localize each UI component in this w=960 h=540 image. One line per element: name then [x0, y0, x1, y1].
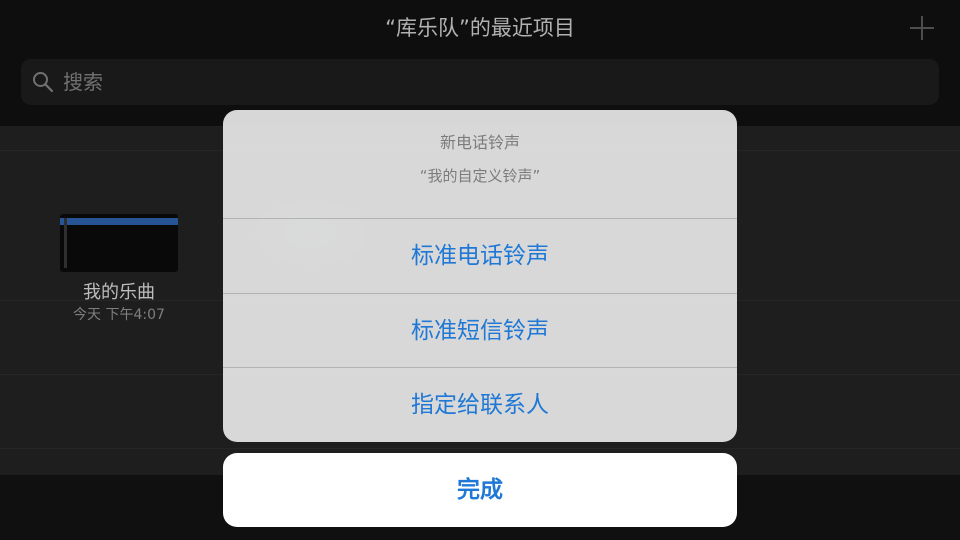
action-sheet: 新电话铃声 “我的自定义铃声” 标准电话铃声 标准短信铃声 指定给联系人 [223, 110, 737, 442]
standard-text-tone-button[interactable]: 标准短信铃声 [223, 294, 737, 368]
assign-to-contact-button[interactable]: 指定给联系人 [223, 368, 737, 442]
screen: “库乐队”的最近项目 我的乐曲 今天 下午4:07 [0, 0, 960, 540]
action-sheet-title: 新电话铃声 [439, 133, 520, 152]
action-sheet-message: “我的自定义铃声” [419, 167, 541, 185]
standard-ringtone-button[interactable]: 标准电话铃声 [223, 219, 737, 293]
done-button[interactable]: 完成 [223, 453, 737, 527]
action-sheet-header: 新电话铃声 “我的自定义铃声” [223, 110, 737, 218]
